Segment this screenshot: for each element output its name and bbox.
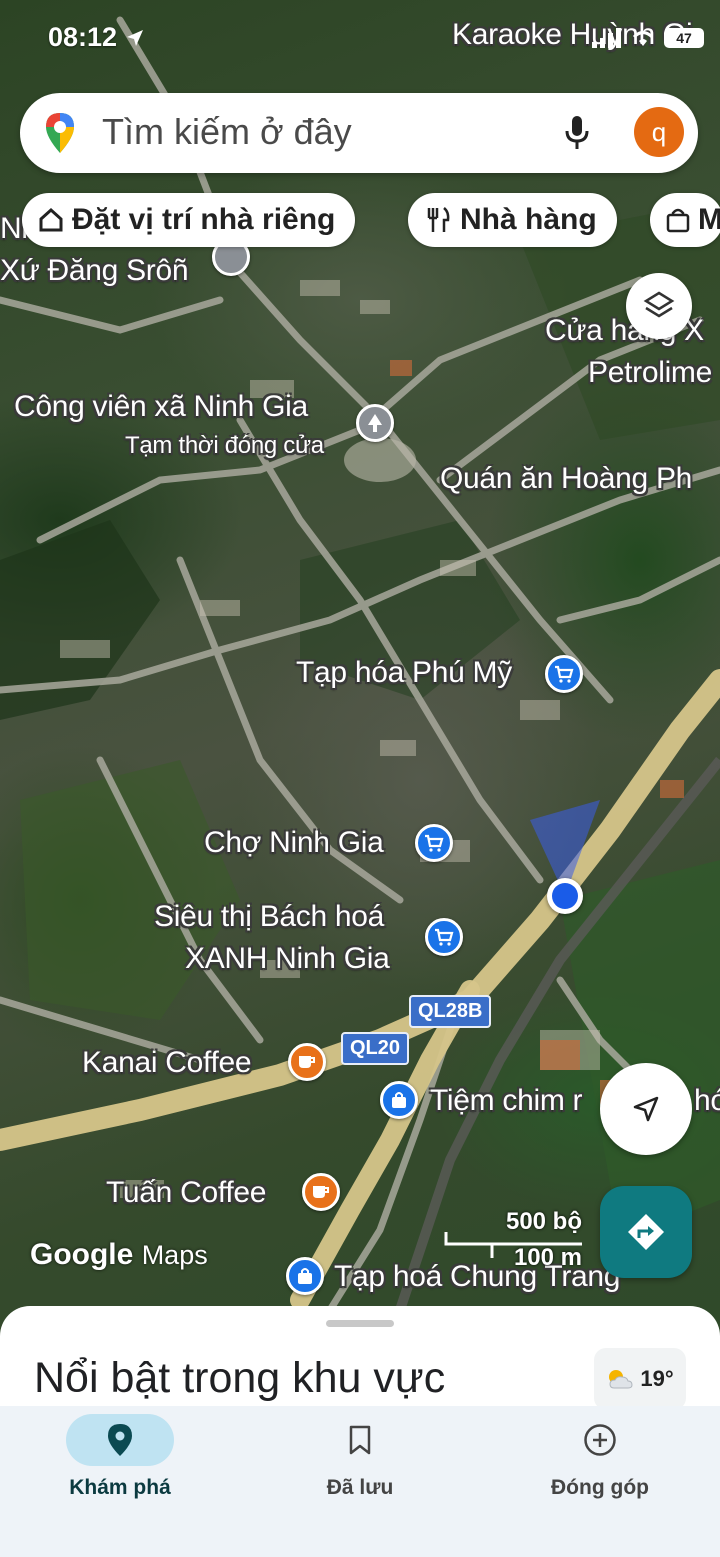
map-scale-bar: 500 bộ 100 m — [444, 1208, 584, 1271]
nav-saved-indicator — [306, 1414, 414, 1466]
chip-set-home[interactable]: Đặt vị trí nhà riêng — [22, 193, 356, 247]
park-pin-icon[interactable] — [356, 404, 394, 442]
area-label-xu-dang: Xứ Đăng Srôñ — [0, 254, 189, 287]
scale-metric: 100 m — [513, 1244, 582, 1271]
chip-shopping[interactable]: M — [650, 193, 720, 247]
poi-label-kanai-coffee[interactable]: Kanai Coffee — [82, 1046, 252, 1080]
home-icon — [39, 207, 63, 232]
search-bar[interactable]: Tìm kiếm ở đây q — [20, 93, 698, 173]
nav-saved-label: Đã lưu — [326, 1476, 394, 1499]
poi-label-cho-ninh-gia[interactable]: Chợ Ninh Gia — [204, 826, 384, 860]
sheet-drag-handle[interactable] — [326, 1320, 394, 1327]
nav-contribute-label: Đóng góp — [551, 1476, 649, 1499]
cellular-signal-icon — [592, 28, 621, 48]
wifi-icon — [632, 31, 654, 46]
my-location-button[interactable] — [600, 1063, 692, 1155]
coffee-pin-icon[interactable] — [302, 1173, 340, 1211]
layers-icon — [643, 291, 675, 318]
location-arrow-icon — [126, 30, 143, 46]
poi-label-cong-vien[interactable]: Công viên xã Ninh Gia — [14, 390, 308, 424]
sheet-title: Nổi bật trong khu vực — [34, 1354, 446, 1402]
navigation-arrow-icon — [633, 1096, 659, 1122]
layers-button[interactable] — [626, 273, 692, 339]
poi-label-tiem-chim[interactable]: Tiệm chim r — [430, 1084, 583, 1118]
add-circle-icon — [584, 1424, 616, 1456]
shopping-cart-pin-icon[interactable] — [415, 824, 453, 862]
poi-label-sieu-thi-line2[interactable]: XANH Ninh Gia — [185, 942, 390, 976]
nav-explore-indicator — [66, 1414, 174, 1466]
nav-saved[interactable]: Đã lưu — [240, 1406, 480, 1536]
current-location-dot[interactable] — [547, 878, 583, 914]
shopping-bag-icon — [666, 208, 690, 233]
google-maps-pin-icon — [46, 113, 74, 153]
poi-label-tap-hoa-phu-my[interactable]: Tạp hóa Phú Mỹ — [296, 656, 512, 690]
nav-explore[interactable]: Khám phá — [0, 1406, 240, 1536]
coffee-pin-icon[interactable] — [288, 1043, 326, 1081]
shopping-cart-pin-icon[interactable] — [425, 918, 463, 956]
status-icons: 47 — [592, 28, 704, 48]
search-input[interactable]: Tìm kiếm ở đây — [102, 111, 352, 153]
google-maps-logo: Google Maps — [30, 1238, 208, 1271]
poi-status-closed: Tạm thời đóng cửa — [125, 432, 324, 459]
battery-icon: 47 — [664, 28, 704, 48]
directions-icon — [628, 1214, 664, 1250]
poi-label-sieu-thi-line1[interactable]: Siêu thị Bách hoá — [154, 900, 384, 934]
weather-badge[interactable]: 19° — [594, 1348, 686, 1410]
shopping-cart-pin-icon[interactable] — [545, 655, 583, 693]
nav-explore-label: Khám phá — [69, 1476, 171, 1499]
poi-label-quan-an[interactable]: Quán ăn Hoàng Ph — [440, 462, 692, 496]
bookmark-icon — [349, 1425, 371, 1455]
location-pin-icon — [108, 1424, 132, 1456]
poi-label-petrolimex[interactable]: Petrolime — [588, 356, 712, 390]
road-shield-ql28b: QL28B — [409, 995, 492, 1028]
account-avatar[interactable]: q — [634, 107, 684, 157]
nav-contribute-indicator — [546, 1414, 654, 1466]
shopping-bag-pin-icon[interactable] — [286, 1257, 324, 1295]
directions-button[interactable] — [600, 1186, 692, 1278]
microphone-icon[interactable] — [565, 115, 589, 151]
poi-label-tiem-chim-end: hó — [694, 1084, 720, 1117]
partly-cloudy-icon — [609, 1370, 633, 1389]
nav-contribute[interactable]: Đóng góp — [480, 1406, 720, 1536]
chip-restaurants[interactable]: Nhà hàng — [408, 193, 617, 247]
restaurant-icon — [427, 207, 450, 232]
bottom-navigation: Khám phá Đã lưu Đóng góp — [0, 1406, 720, 1557]
status-time: 08:12 — [48, 22, 145, 53]
poi-label-tuan-coffee[interactable]: Tuấn Coffee — [106, 1176, 266, 1210]
road-shield-ql20: QL20 — [341, 1032, 410, 1065]
shopping-bag-pin-icon[interactable] — [380, 1081, 418, 1119]
